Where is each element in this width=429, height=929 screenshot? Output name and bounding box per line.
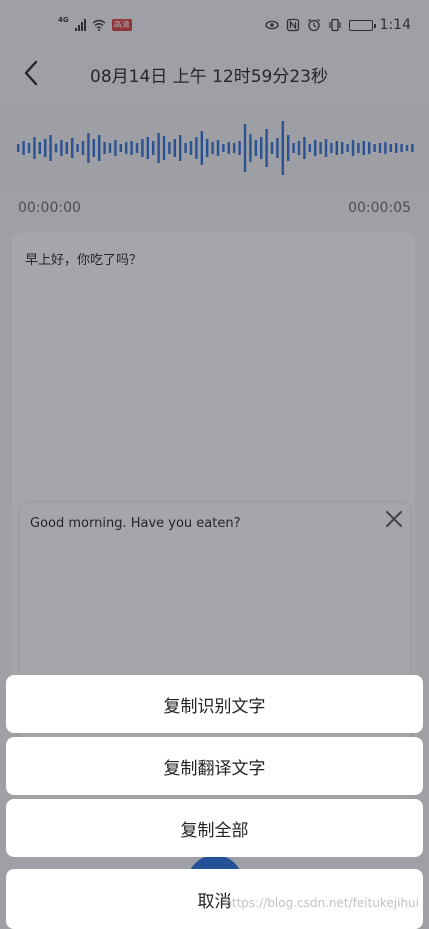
copy-translated-text-button[interactable]: 复制翻译文字 xyxy=(6,737,423,795)
copy-recognized-text-button[interactable]: 复制识别文字 xyxy=(6,675,423,733)
watermark: https://blog.csdn.net/feitukejihui xyxy=(224,896,419,910)
copy-all-button[interactable]: 复制全部 xyxy=(6,799,423,857)
app-screen: 4G 高清 1:14 08月14日 上午 12时59分23秒 00:00:00 … xyxy=(0,0,429,929)
